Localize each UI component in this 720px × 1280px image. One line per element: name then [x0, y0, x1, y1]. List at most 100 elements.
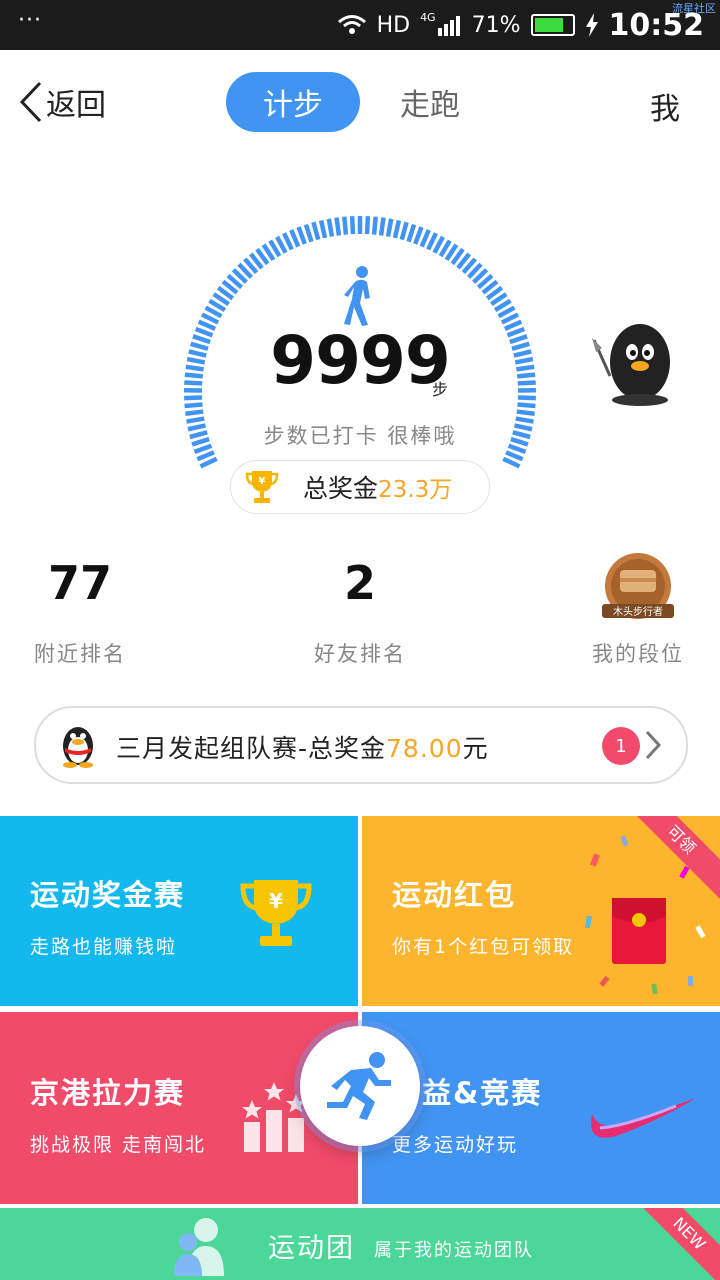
signal-icon — [437, 16, 460, 36]
trophy-icon: ¥ — [245, 471, 279, 503]
bonus-race-tile[interactable]: 运动奖金赛 走路也能赚钱啦 ¥ — [0, 816, 358, 1006]
clock: 10:52 — [608, 7, 705, 43]
battery-icon — [530, 14, 575, 36]
gauge-tick — [371, 216, 378, 235]
status-icons: HD 4G 71% 10:52 — [337, 6, 704, 44]
team-contest-banner[interactable]: 三月发起组队赛-总奖金78.00元 1 — [34, 706, 688, 784]
gauge-tick — [506, 326, 526, 338]
gauge-tick — [399, 221, 409, 241]
total-prize-pill[interactable]: ¥ 总奖金 23.3万 — [230, 460, 490, 514]
penguin-mascot-icon[interactable] — [588, 318, 684, 408]
sport-red-packet-tile[interactable]: 运动红包 你有1个红包可领取 可领 — [362, 816, 720, 1006]
gauge-tick — [282, 232, 294, 251]
gauge-tick — [517, 380, 536, 386]
gauge-tick — [512, 430, 531, 440]
friend-rank-label: 好友排名 — [314, 642, 406, 666]
tile-subtitle: 更多运动好玩 — [392, 1134, 519, 1156]
friend-rank-value: 2 — [343, 556, 376, 610]
trophy-icon: ¥ — [240, 880, 312, 946]
walking-person-icon — [344, 266, 370, 326]
back-label: 返回 — [46, 88, 106, 123]
gauge-tick — [513, 423, 533, 432]
gauge-tick — [186, 356, 206, 365]
gauge-tick — [186, 416, 205, 424]
gauge-tick — [413, 226, 424, 245]
gauge-tick — [334, 217, 342, 236]
gauge-tick — [342, 216, 349, 235]
svg-text:¥: ¥ — [269, 889, 283, 913]
gauge-tick — [184, 402, 203, 409]
gauge-tick — [188, 349, 207, 358]
tile-subtitle: 你有1个红包可领取 — [392, 936, 575, 958]
gauge-tick — [516, 409, 535, 417]
gauge-tick — [392, 219, 402, 239]
gauge-tick — [502, 456, 521, 469]
gauge-tick — [191, 436, 210, 447]
notification-dots: ··· — [18, 8, 42, 33]
gauge-tick — [311, 221, 321, 241]
team-people-icon — [174, 1218, 224, 1276]
gauge-tick — [515, 416, 534, 424]
gauge-tick — [406, 223, 417, 243]
gauge-tick — [349, 216, 356, 235]
gauge-tick — [514, 356, 534, 365]
gauge-tick — [185, 409, 204, 417]
gauge-tick — [289, 229, 301, 248]
gauge-tick — [517, 372, 536, 379]
tab-walk-run[interactable]: 走跑 — [380, 72, 480, 132]
chevron-right-icon — [645, 730, 662, 760]
gauge-tick — [509, 334, 528, 345]
gauge-tick — [516, 364, 535, 372]
gauge-tick — [517, 395, 536, 401]
gauge-tick — [364, 216, 371, 235]
tab-step-count[interactable]: 计步 — [226, 72, 360, 132]
gauge-tick — [426, 232, 438, 251]
gauge-tick — [190, 341, 209, 351]
tile-subtitle: 挑战极限 走南闯北 — [30, 1134, 207, 1156]
status-bar: ··· 流星社区 HD 4G 71% 10:52 — [0, 0, 720, 50]
step-count: 9999 — [270, 322, 451, 399]
banner-text-main: 三月发起组队赛-总奖金 — [116, 734, 387, 763]
team-title: 运动团 — [268, 1233, 355, 1264]
start-run-button[interactable] — [300, 1026, 420, 1146]
gauge-tick — [184, 380, 203, 386]
gauge-tick — [184, 372, 203, 379]
tile-title: 京港拉力赛 — [30, 1076, 186, 1110]
gauge-tick — [507, 443, 527, 454]
banner-text: 三月发起组队赛-总奖金78.00元 — [116, 729, 489, 765]
new-corner-badge: NEW — [626, 1208, 720, 1280]
sport-team-bar[interactable]: 运动团 属于我的运动团队 NEW — [0, 1208, 720, 1280]
gauge-tick — [184, 395, 203, 401]
gauge-tick — [513, 349, 532, 358]
back-button[interactable]: 返回 — [18, 80, 106, 124]
gauge-tick — [196, 450, 215, 462]
wifi-icon — [337, 15, 366, 34]
banner-amount: 78.00 — [386, 734, 463, 763]
network-label: HD — [376, 12, 411, 38]
prize-amount: 23.3万 — [378, 477, 453, 503]
svg-text:¥: ¥ — [259, 476, 266, 487]
checkin-message: 步数已打卡 很棒哦 — [263, 424, 457, 448]
battery-percent: 71% — [471, 12, 521, 38]
tile-title: 运动奖金赛 — [30, 878, 186, 912]
chevron-left-icon — [19, 81, 42, 123]
level-badge-icon[interactable]: 木头步行者 — [598, 552, 678, 626]
me-button[interactable]: 我 — [650, 84, 680, 128]
gauge-tick — [378, 217, 386, 236]
gauge-tick — [503, 319, 523, 331]
gauge-tick — [303, 223, 314, 243]
gauge-tick — [192, 334, 211, 345]
gauge-tick — [419, 229, 431, 248]
swoosh-shoe-icon — [591, 1098, 696, 1138]
gauge-tick — [505, 450, 524, 462]
gauge-tick — [185, 364, 204, 372]
gauge-tick — [199, 456, 218, 469]
nearby-rank-value: 77 — [47, 556, 112, 610]
prize-label: 总奖金 — [303, 474, 379, 503]
tile-title: 益&竞赛 — [422, 1076, 543, 1110]
running-person-icon — [327, 1052, 391, 1120]
gauge-tick — [318, 219, 328, 239]
tile-subtitle: 走路也能赚钱啦 — [30, 936, 178, 958]
banner-currency: 元 — [462, 734, 489, 763]
gauge-tick — [385, 218, 394, 237]
